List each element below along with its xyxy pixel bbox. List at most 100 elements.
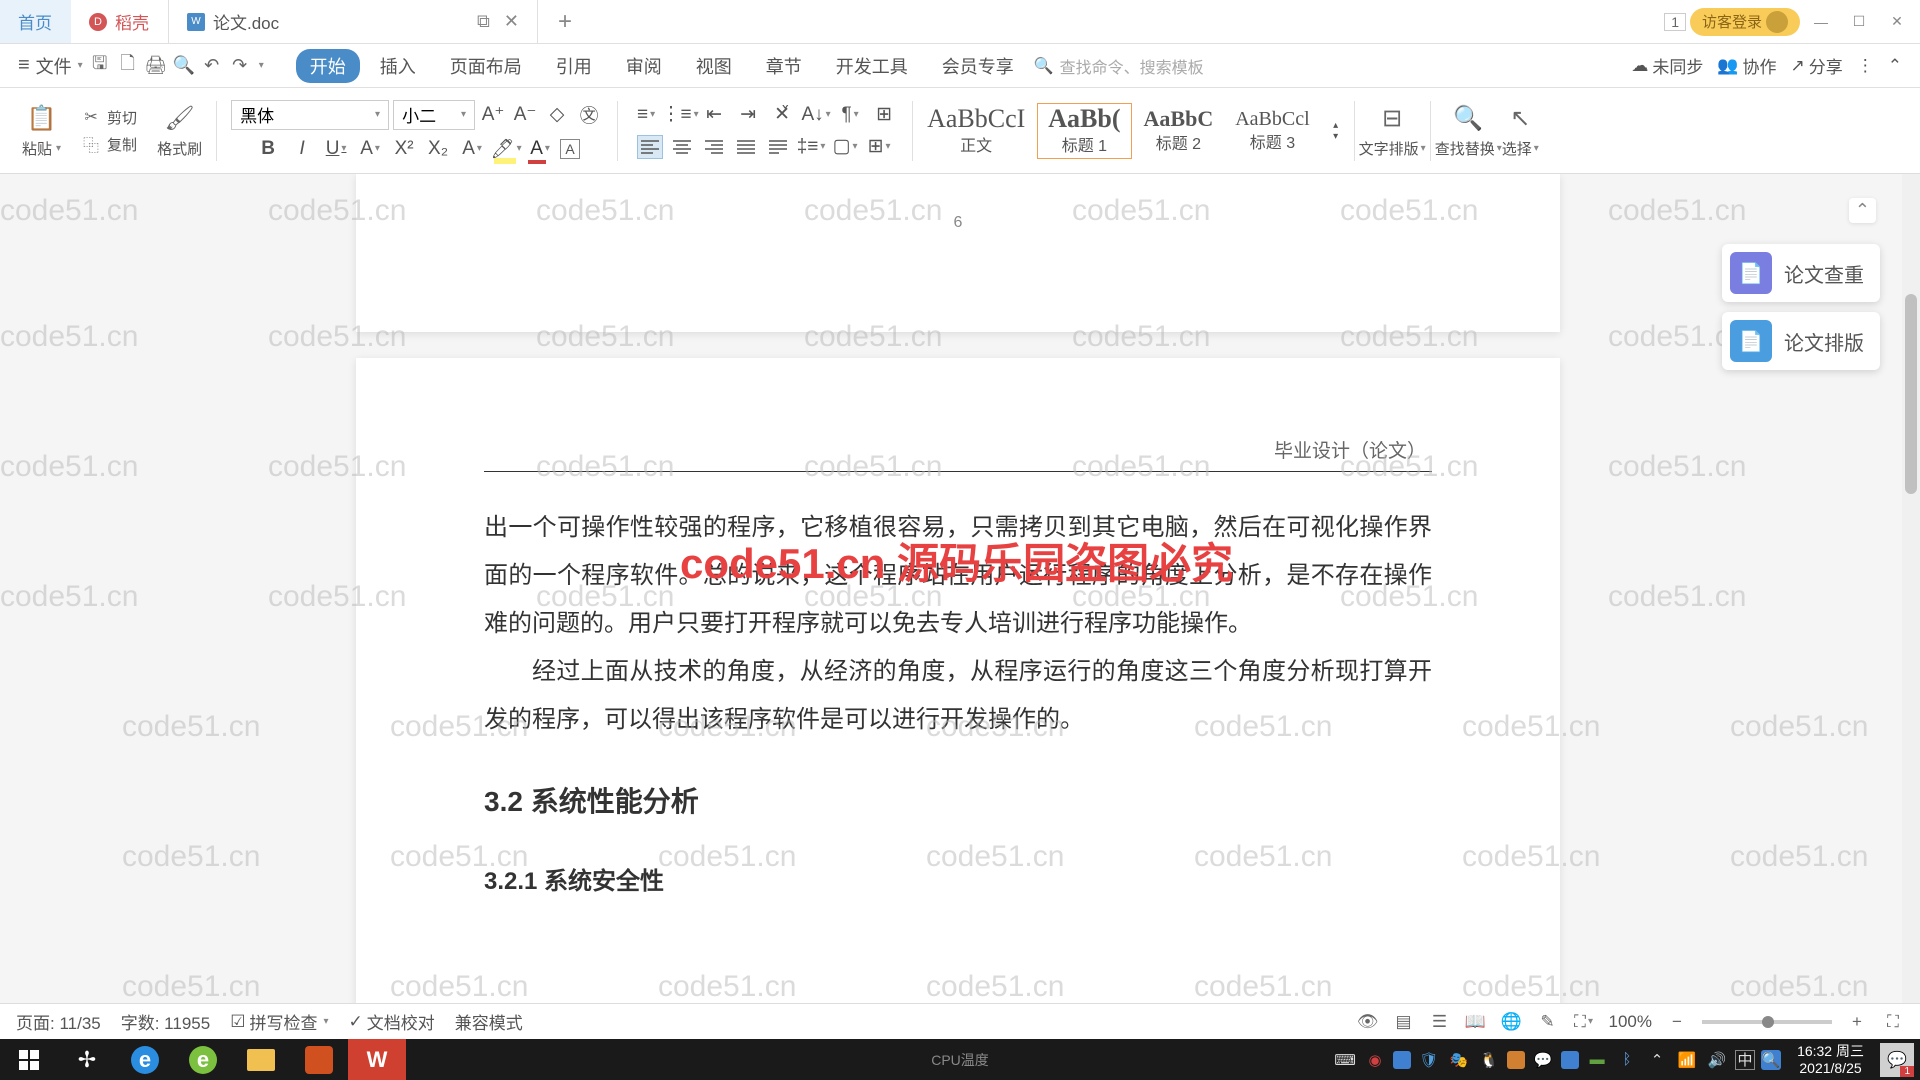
tray-icon-1[interactable]: ◉ (1363, 1048, 1387, 1072)
page-body[interactable]: 出一个可操作性较强的程序，它移植很容易，只需拷贝到其它电脑，然后在可视化操作界面… (484, 504, 1432, 906)
style-more-icon[interactable]: ▴▾ (1322, 118, 1350, 144)
zoom-slider[interactable] (1702, 1020, 1832, 1024)
char-border-icon[interactable]: A (560, 139, 580, 159)
paragraph-mark-icon[interactable]: ¶▾ (836, 102, 864, 128)
command-search[interactable]: 🔍 查找命令、搜索模板 (1034, 54, 1204, 78)
menu-chapter[interactable]: 章节 (752, 49, 816, 83)
scrollbar-thumb[interactable] (1905, 294, 1917, 494)
style-h1[interactable]: AaBb( 标题 1 (1037, 103, 1131, 159)
fit-icon[interactable]: ⛶▾ (1573, 1011, 1595, 1033)
file-menu[interactable]: 文件▾ (36, 53, 83, 79)
tab-document[interactable]: W 论文.doc ⧉ ✕ (168, 0, 538, 43)
tray-volume-icon[interactable]: 🔊 (1705, 1048, 1729, 1072)
shading-icon[interactable]: ▢▾ (831, 134, 859, 160)
find-replace-button[interactable]: 🔍 查找替换▾ (1435, 102, 1502, 159)
tab-close-icon[interactable]: ✕ (504, 11, 519, 32)
clear-format-icon[interactable]: ◇ (543, 102, 571, 128)
tray-shield-icon[interactable]: 🛡 (1417, 1048, 1441, 1072)
vertical-scrollbar[interactable] (1902, 174, 1920, 1041)
align-center-icon[interactable] (669, 135, 695, 159)
maximize-button[interactable]: ☐ (1842, 7, 1876, 37)
menu-more-icon[interactable]: ⋮ (1857, 56, 1874, 76)
menu-insert[interactable]: 插入 (366, 49, 430, 83)
style-h2[interactable]: AaBbC 标题 2 (1134, 106, 1224, 156)
menu-layout[interactable]: 页面布局 (436, 49, 536, 83)
tray-battery-icon[interactable]: ▬ (1585, 1048, 1609, 1072)
tray-bluetooth-icon[interactable]: ᛒ (1615, 1048, 1639, 1072)
subscript-icon[interactable]: X₂ (424, 136, 452, 162)
sort-icon[interactable]: A↓▾ (802, 102, 830, 128)
taskbar-app-2[interactable] (290, 1039, 348, 1080)
font-color-icon[interactable]: A▾ (526, 136, 554, 162)
edit-icon[interactable]: ✎ (1537, 1011, 1559, 1033)
decrease-indent-icon[interactable]: ⇤ (700, 102, 728, 128)
tray-wechat-icon[interactable]: 💬 (1531, 1048, 1555, 1072)
tab-home[interactable]: 首页 (0, 0, 71, 43)
align-right-icon[interactable] (701, 135, 727, 159)
close-button[interactable]: ✕ (1880, 7, 1914, 37)
tray-icon-5[interactable] (1561, 1051, 1579, 1069)
paste-button[interactable]: 📋 粘贴▾ (22, 102, 61, 159)
side-panel-collapse[interactable]: ⌃ (1849, 198, 1876, 223)
text-layout-button[interactable]: ⊟ 文字排版▾ (1359, 102, 1426, 159)
notification-center[interactable]: 💬 1 (1880, 1043, 1914, 1077)
share-button[interactable]: ↗分享 (1791, 53, 1843, 78)
bullets-icon[interactable]: ≡▾ (632, 102, 660, 128)
qat-save-icon[interactable]: 🖫 (89, 55, 111, 77)
sync-status[interactable]: ☁未同步 (1631, 53, 1703, 78)
taskbar-app-1[interactable]: ✢ (58, 1039, 116, 1080)
spell-check[interactable]: ☑拼写检查▾ (230, 1009, 328, 1034)
tray-icon-3[interactable]: 🎭 (1447, 1048, 1471, 1072)
superscript-icon[interactable]: X² (390, 136, 418, 162)
font-family-select[interactable]: 黑体▾ (231, 100, 389, 130)
word-count[interactable]: 字数: 11955 (121, 1009, 210, 1034)
style-h3[interactable]: AaBbCcl 标题 3 (1225, 107, 1319, 155)
doc-proof[interactable]: ✓文档校对 (348, 1009, 434, 1034)
text-effect-icon[interactable]: A▾ (458, 136, 486, 162)
qat-preview-icon[interactable]: 🔍 (173, 55, 195, 77)
taskbar-edge[interactable]: e (174, 1039, 232, 1080)
new-tab-button[interactable]: + (538, 0, 592, 43)
zoom-in-button[interactable]: + (1846, 1011, 1868, 1033)
format-brush-button[interactable]: 🖌 格式刷 (157, 102, 202, 159)
hamburger-icon[interactable]: ≡ (18, 54, 30, 77)
eye-icon[interactable]: 👁 (1357, 1011, 1379, 1033)
qat-undo-icon[interactable]: ↶ (201, 55, 223, 77)
tab-popout-icon[interactable]: ⧉ (477, 11, 490, 32)
menu-review[interactable]: 审阅 (612, 49, 676, 83)
menu-dev[interactable]: 开发工具 (822, 49, 922, 83)
tray-icon-2[interactable] (1393, 1051, 1411, 1069)
increase-indent-icon[interactable]: ⇥ (734, 102, 762, 128)
zoom-value[interactable]: 100% (1609, 1012, 1652, 1032)
login-button[interactable]: 访客登录 (1690, 8, 1800, 36)
page-indicator[interactable]: 页面: 11/35 (16, 1009, 101, 1034)
align-distribute-icon[interactable] (765, 135, 791, 159)
document-page[interactable]: 毕业设计（论文） 出一个可操作性较强的程序，它移植很容易，只需拷贝到其它电脑，然… (356, 358, 1560, 1041)
print-layout-icon[interactable]: ▤ (1393, 1011, 1415, 1033)
tab-docell[interactable]: D 稻壳 (71, 0, 168, 43)
taskbar-explorer[interactable] (232, 1039, 290, 1080)
menu-start[interactable]: 开始 (296, 49, 360, 83)
tray-keyboard-icon[interactable]: ⌨ (1333, 1048, 1357, 1072)
taskbar-ie[interactable]: e (116, 1039, 174, 1080)
qat-more-icon[interactable]: ▾ (259, 60, 264, 71)
menu-view[interactable]: 视图 (682, 49, 746, 83)
outline-icon[interactable]: ☰ (1429, 1011, 1451, 1033)
coop-button[interactable]: 👥协作 (1717, 53, 1776, 78)
font-size-select[interactable]: 小二▾ (393, 100, 475, 130)
fullscreen-icon[interactable]: ⛶ (1882, 1011, 1904, 1033)
qat-print-icon[interactable]: 🖨 (145, 55, 167, 77)
qat-print-preview-icon[interactable]: 🗋 (117, 55, 139, 77)
cut-button[interactable]: ✂剪切 (81, 107, 137, 128)
strikethrough-icon[interactable]: A▾ (356, 136, 384, 162)
tray-penguin-icon[interactable]: 🐧 (1477, 1048, 1501, 1072)
align-left-icon[interactable] (637, 135, 663, 159)
underline-icon[interactable]: U▾ (322, 136, 350, 162)
asian-layout-icon[interactable]: ✕̌ (768, 102, 796, 128)
minimize-button[interactable]: — (1804, 7, 1838, 37)
line-spacing-icon[interactable]: ‡≡▾ (797, 134, 825, 160)
select-button[interactable]: ↖ 选择▾ (1502, 102, 1539, 159)
thesis-layout-button[interactable]: 📄 论文排版 (1722, 312, 1880, 370)
web-icon[interactable]: 🌐 (1501, 1011, 1523, 1033)
menu-member[interactable]: 会员专享 (928, 49, 1028, 83)
